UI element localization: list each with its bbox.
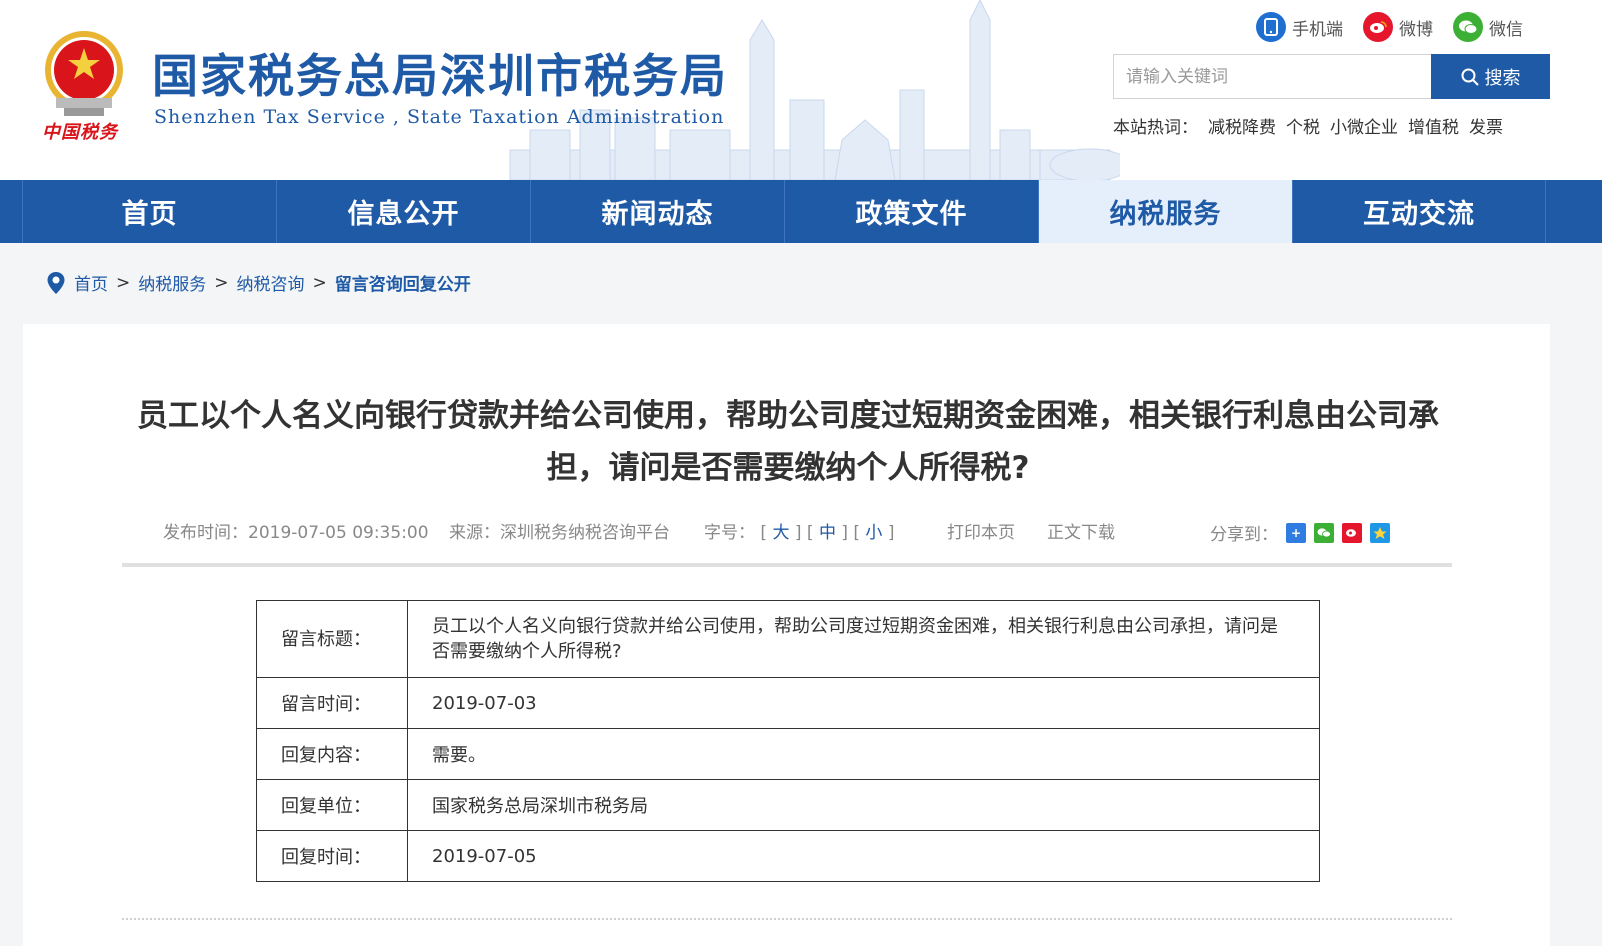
article-source: 来源：深圳税务纳税咨询平台 — [449, 523, 670, 543]
location-pin-icon — [47, 271, 65, 294]
mobile-link-label: 手机端 — [1292, 19, 1343, 40]
main-nav: 首页 信息公开 新闻动态 政策文件 纳税服务 互动交流 — [0, 180, 1602, 243]
wechat-icon — [1453, 12, 1483, 42]
wechat-link-label: 微信 — [1489, 19, 1523, 40]
row-value: 2019-07-05 — [407, 830, 1320, 882]
breadcrumb-home[interactable]: 首页 — [74, 270, 108, 295]
nav-item-tax-service[interactable]: 纳税服务 — [1038, 180, 1292, 243]
nav-item-news[interactable]: 新闻动态 — [530, 180, 784, 243]
hot-word[interactable]: 增值税 — [1408, 113, 1459, 138]
row-value: 员工以个人名义向银行贷款并给公司使用，帮助公司度过短期资金困难，相关银行利息由公… — [407, 600, 1320, 678]
font-size-small[interactable]: 小 — [865, 523, 882, 543]
hot-words: 本站热词： 减税降费 个税 小微企业 增值税 发票 — [1113, 113, 1503, 138]
national-emblem-icon — [45, 31, 123, 116]
nav-item-interaction[interactable]: 互动交流 — [1292, 180, 1546, 243]
weibo-link-label: 微博 — [1399, 19, 1433, 40]
share-label: 分享到： — [1210, 525, 1278, 545]
row-label: 回复内容： — [256, 728, 408, 780]
table-row: 回复单位： 国家税务总局深圳市税务局 — [256, 779, 1320, 831]
publish-time: 发布时间：2019-07-05 09:35:00 — [163, 523, 429, 543]
share-plus-icon[interactable]: + — [1286, 522, 1306, 543]
table-row: 回复内容： 需要。 — [256, 728, 1320, 780]
row-label: 回复时间： — [256, 830, 408, 882]
article-card: 员工以个人名义向银行贷款并给公司使用，帮助公司度过短期资金困难，相关银行利息由公… — [23, 324, 1550, 946]
weibo-link[interactable]: 微博 — [1363, 12, 1433, 42]
breadcrumb-separator: > — [116, 272, 131, 293]
breadcrumb: 首页 > 纳税服务 > 纳税咨询 > 留言咨询回复公开 — [46, 270, 471, 295]
meta-divider — [122, 563, 1452, 567]
search-input[interactable] — [1113, 54, 1431, 99]
font-size-large[interactable]: 大 — [772, 523, 789, 543]
breadcrumb-tax-service[interactable]: 纳税服务 — [138, 270, 206, 295]
row-label: 留言标题： — [256, 600, 408, 678]
share-bar: 分享到： + — [1210, 520, 1390, 545]
search-button-label: 搜索 — [1484, 67, 1521, 89]
hot-word[interactable]: 个税 — [1286, 113, 1320, 138]
site-title: 国家税务总局深圳市税务局 — [152, 49, 728, 103]
top-links: 手机端 微博 微信 — [1256, 12, 1523, 42]
row-value: 需要。 — [407, 728, 1320, 780]
china-tax-logo-text: 中国税务 — [42, 122, 118, 143]
font-size-medium[interactable]: 中 — [819, 523, 836, 543]
table-row: 留言时间： 2019-07-03 — [256, 677, 1320, 729]
hot-word[interactable]: 小微企业 — [1330, 113, 1398, 138]
breadcrumb-separator: > — [312, 272, 327, 293]
row-label: 回复单位： — [256, 779, 408, 831]
nav-item-home[interactable]: 首页 — [22, 180, 276, 243]
table-row: 留言标题： 员工以个人名义向银行贷款并给公司使用，帮助公司度过短期资金困难，相关… — [256, 600, 1320, 678]
bottom-divider — [122, 918, 1452, 920]
print-page-link[interactable]: 打印本页 — [947, 518, 1015, 543]
hot-word[interactable]: 减税降费 — [1208, 113, 1276, 138]
share-wechat-icon[interactable] — [1314, 522, 1334, 543]
wechat-link[interactable]: 微信 — [1453, 12, 1523, 42]
row-value: 2019-07-03 — [407, 677, 1320, 729]
share-weibo-icon[interactable] — [1342, 522, 1362, 543]
site-header: 中国税务 国家税务总局深圳市税务局 Shenzhen Tax Service ,… — [0, 0, 1602, 180]
reply-info-table: 留言标题： 员工以个人名义向银行贷款并给公司使用，帮助公司度过短期资金困难，相关… — [256, 600, 1320, 882]
breadcrumb-current[interactable]: 留言咨询回复公开 — [335, 270, 471, 295]
search-button[interactable]: 搜索 — [1431, 54, 1550, 99]
hot-word[interactable]: 发票 — [1469, 113, 1503, 138]
font-size-control: 字号： [ 大 ] [ 中 ] [ 小 ] — [704, 523, 895, 543]
row-value: 国家税务总局深圳市税务局 — [407, 779, 1320, 831]
breadcrumb-separator: > — [214, 272, 229, 293]
share-qzone-icon[interactable] — [1370, 522, 1390, 543]
download-link[interactable]: 正文下载 — [1047, 518, 1115, 543]
search-icon — [1461, 68, 1479, 86]
font-size-label: 字号： — [704, 523, 755, 543]
mobile-icon — [1256, 12, 1286, 42]
article-title: 员工以个人名义向银行贷款并给公司使用，帮助公司度过短期资金困难，相关银行利息由公… — [137, 398, 1439, 486]
breadcrumb-tax-consult[interactable]: 纳税咨询 — [237, 270, 305, 295]
weibo-icon — [1363, 12, 1393, 42]
row-label: 留言时间： — [256, 677, 408, 729]
nav-item-policy[interactable]: 政策文件 — [784, 180, 1038, 243]
nav-item-info-disclosure[interactable]: 信息公开 — [276, 180, 530, 243]
mobile-link[interactable]: 手机端 — [1256, 12, 1343, 42]
hot-words-label: 本站热词： — [1113, 118, 1198, 138]
table-row: 回复时间： 2019-07-05 — [256, 830, 1320, 882]
site-subtitle: Shenzhen Tax Service , State Taxation Ad… — [154, 106, 725, 128]
